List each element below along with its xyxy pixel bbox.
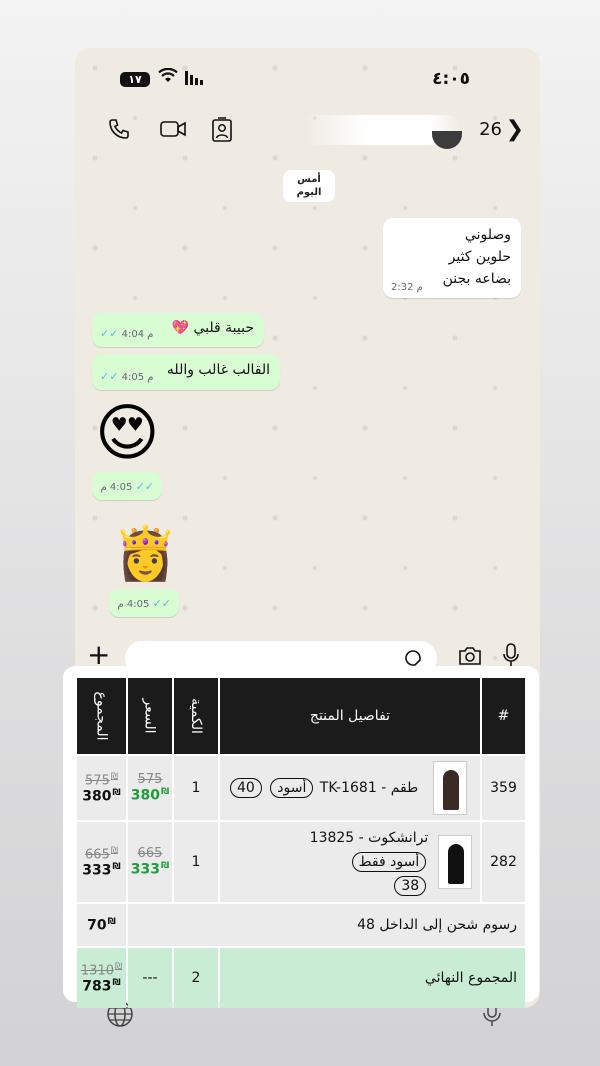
message-line: وصلوني xyxy=(464,227,511,243)
grand-total: 1310₪ 783₪ xyxy=(77,948,126,1008)
avatar[interactable] xyxy=(432,131,462,149)
shipping-row: 70₪ رسوم شحن إلى الداخل 48 xyxy=(77,904,525,946)
table-row: 575₪ 380₪ 575 380₪ 1 طقم - TK-1681 أسود … xyxy=(77,756,525,820)
row-qty: 1 xyxy=(173,822,218,902)
row-index: 359 xyxy=(482,756,525,820)
message-time-chip: ✓✓ 4:05 م xyxy=(109,589,179,617)
table-row: 665₪ 333₪ 665 333₪ 1 ترانشكوت - 13825 أس… xyxy=(77,822,525,902)
emoji-heart-eyes[interactable]: 😍 xyxy=(95,398,160,468)
col-header-details: تفاصيل المنتج xyxy=(219,678,480,754)
phone-icon[interactable] xyxy=(107,117,135,143)
size-chip: 38 xyxy=(394,876,427,896)
row-total: 665₪ 333₪ xyxy=(77,822,126,902)
price-old: 575 xyxy=(137,772,163,788)
message-time: 2:32 م xyxy=(391,282,423,293)
grand-total-old: 1310 xyxy=(80,962,114,978)
read-ticks-icon: ✓✓ xyxy=(100,327,119,340)
grand-total-new: 783 xyxy=(82,978,112,995)
emoji-princess[interactable]: 👸 xyxy=(113,523,178,585)
col-header-index: # xyxy=(482,678,525,754)
message-text: حبيبة قلبي 💖 xyxy=(171,320,254,336)
message-time: 4:05 م xyxy=(100,482,133,493)
row-details: ترانشكوت - 13825 أسود فقط 38 xyxy=(219,822,480,902)
total-new: 333 xyxy=(82,862,112,879)
message-line: حلوين كثير xyxy=(448,249,511,265)
col-header-total: المجموع xyxy=(77,678,126,754)
read-ticks-icon: ✓✓ xyxy=(135,480,154,493)
message-time-chip: ✓✓ 4:05 م xyxy=(92,472,162,500)
status-bar: ١٧ ٤:٠٥ xyxy=(75,66,540,94)
total-old: 665 xyxy=(85,846,110,862)
message-time: 4:04 م xyxy=(121,329,154,340)
product-thumbnail[interactable] xyxy=(433,761,468,815)
price-old: 665 xyxy=(137,846,163,862)
order-summary-card: المجموع السعر الكمية تفاصيل المنتج # 575… xyxy=(63,666,539,1008)
grand-total-label: المجموع النهائي xyxy=(219,948,525,1008)
signal-icon xyxy=(185,69,203,85)
product-name: ترانشكوت - 13825 xyxy=(309,830,429,846)
read-ticks-icon: ✓✓ xyxy=(100,370,119,383)
total-new: 380 xyxy=(82,788,112,805)
total-old: 575 xyxy=(85,772,110,788)
date-chip-today: اليوم xyxy=(296,187,322,198)
message-time: 4:05 م xyxy=(117,599,150,610)
video-call-icon[interactable] xyxy=(159,117,187,143)
size-chip: 40 xyxy=(229,778,262,798)
row-qty: 1 xyxy=(173,756,218,820)
grand-total-row: 1310₪ 783₪ --- 2 المجموع النهائي xyxy=(77,948,525,1008)
row-details: طقم - TK-1681 أسود 40 xyxy=(219,756,480,820)
back-chevron-icon[interactable]: ❯ xyxy=(506,117,524,142)
message-time: 4:05 م xyxy=(121,372,154,383)
date-chip-yesterday: أمس xyxy=(297,174,321,185)
col-header-price: السعر xyxy=(127,678,172,754)
date-chip: أمس اليوم xyxy=(283,170,335,202)
chat-header: 26 ❯ xyxy=(75,113,540,149)
product-thumbnail[interactable] xyxy=(438,835,472,889)
order-table: المجموع السعر الكمية تفاصيل المنتج # 575… xyxy=(75,676,527,1010)
color-chip: أسود xyxy=(270,778,314,798)
message-out[interactable]: القالب غالب والله ✓✓ 4:05 م xyxy=(92,354,280,390)
battery-icon: ١٧ xyxy=(120,72,150,87)
unread-count[interactable]: 26 xyxy=(479,119,502,140)
col-header-qty: الكمية xyxy=(173,678,218,754)
color-chip: أسود فقط xyxy=(351,852,427,872)
message-out[interactable]: حبيبة قلبي 💖 ✓✓ 4:04 م xyxy=(92,313,264,347)
row-price: 665 333₪ xyxy=(127,822,172,902)
contact-card-icon[interactable] xyxy=(210,117,238,143)
product-name: طقم - TK-1681 xyxy=(319,780,419,796)
message-in[interactable]: وصلوني حلوين كثير بضاعه بجنن 2:32 م xyxy=(383,218,521,298)
row-index: 282 xyxy=(482,822,525,902)
row-total: 575₪ 380₪ xyxy=(77,756,126,820)
shipping-label: رسوم شحن إلى الداخل 48 xyxy=(127,904,525,946)
wifi-icon xyxy=(158,67,178,88)
price-new: 380 xyxy=(130,787,161,804)
read-ticks-icon: ✓✓ xyxy=(152,597,171,610)
grand-total-price: --- xyxy=(127,948,172,1008)
price-new: 333 xyxy=(130,861,161,878)
message-text: القالب غالب والله xyxy=(166,362,270,378)
row-price: 575 380₪ xyxy=(127,756,172,820)
clock: ٤:٠٥ xyxy=(432,69,470,89)
shipping-amount: 70₪ xyxy=(77,904,126,946)
grand-total-qty: 2 xyxy=(173,948,218,1008)
